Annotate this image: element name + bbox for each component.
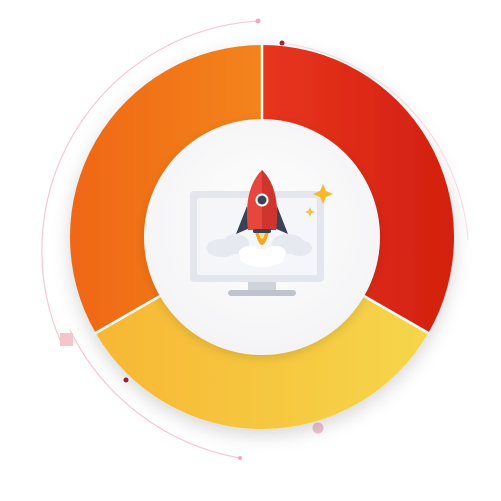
orbit-dot-lower-left: [123, 377, 129, 383]
orbit-dot-upper-right: [279, 40, 285, 46]
orbit-square-left: [60, 333, 73, 346]
donut-illustration: [41, 18, 469, 460]
orbit-dot-bottom: [238, 456, 242, 460]
infographic-canvas: [0, 0, 501, 501]
orbit-dot-top: [255, 18, 261, 24]
orbit-circle-bottom: [312, 422, 324, 434]
